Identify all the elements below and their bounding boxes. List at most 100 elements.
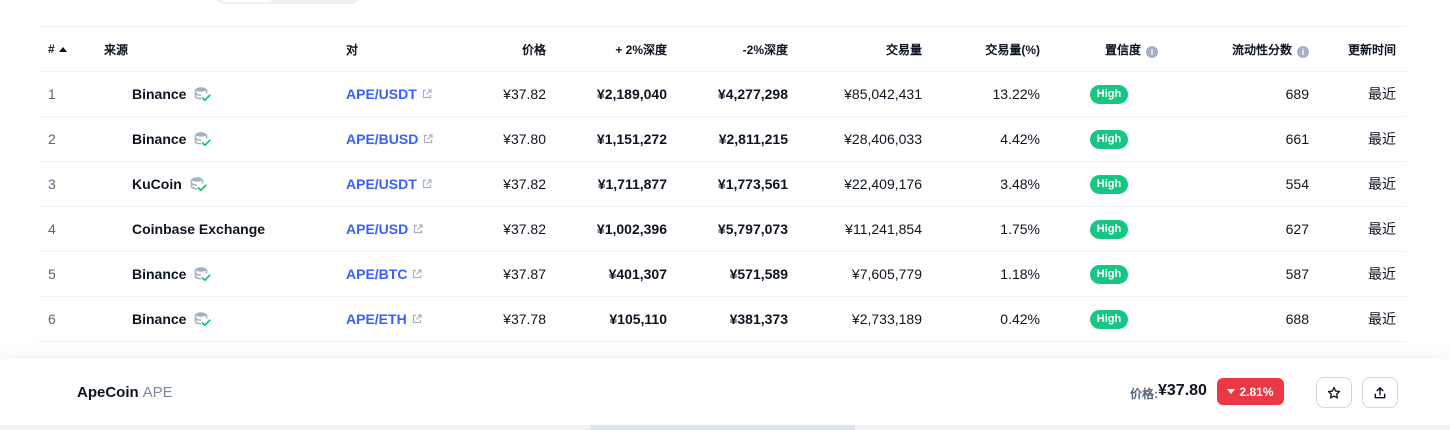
row-rank: 4 (48, 221, 56, 237)
liquidity-cell: 627 (1285, 221, 1309, 237)
exchange-name[interactable]: Coinbase Exchange (132, 221, 265, 237)
caret-down-icon (1227, 389, 1236, 394)
price-label: 价格: (1130, 387, 1158, 401)
confidence-badge: High (1089, 130, 1129, 149)
header-depth-minus: -2%深度 (677, 27, 798, 72)
external-link-icon[interactable] (413, 221, 423, 237)
exchange-name[interactable]: Binance (132, 311, 186, 327)
table-row[interactable]: 2 Binance APE/BUSD ¥37.80 ¥1,151,272 ¥2,… (38, 117, 1406, 162)
exchange-cell: Binance (94, 297, 336, 342)
depth-plus-cell: ¥401,307 (608, 266, 667, 282)
verified-database-icon (190, 176, 207, 192)
confidence-info-icon[interactable]: i (1146, 45, 1158, 58)
depth-minus-cell: ¥571,589 (729, 266, 788, 282)
view-toggle-active[interactable] (221, 0, 273, 2)
row-rank: 5 (48, 266, 56, 282)
pair-link[interactable]: APE/BTC (346, 266, 407, 282)
verified-database-icon (194, 86, 212, 102)
updated-cell: 最近 (1368, 86, 1396, 102)
sort-ascending-icon[interactable] (58, 47, 67, 52)
liquidity-cell: 554 (1285, 176, 1309, 192)
volume-pct-cell: 13.22% (992, 86, 1040, 102)
exchange-cell: Binance (94, 72, 336, 117)
exchange-cell: Binance (94, 117, 336, 162)
header-volume-label: 交易量 (885, 42, 922, 57)
liquidity-cell: 689 (1285, 86, 1309, 102)
header-price-label: 价格 (521, 42, 546, 57)
table-header: # 来源 对 价格 + 2%深度 -2%深度 交易量 交易量(%) 置信度 i 流… (38, 26, 1406, 72)
exchange-cell: Coinbase Exchange (94, 207, 336, 252)
depth-minus-cell: ¥381,373 (729, 311, 788, 327)
header-rank-label: # (48, 42, 55, 56)
pair-cell: APE/USD (336, 207, 476, 252)
volume-cell: ¥11,241,854 (845, 221, 922, 237)
pair-cell: APE/USDT (336, 162, 476, 207)
header-rank[interactable]: # (38, 27, 94, 72)
confidence-badge: High (1089, 220, 1129, 239)
external-link-icon[interactable] (422, 86, 432, 102)
row-rank: 6 (48, 311, 56, 327)
price-change-value: 2.81% (1239, 384, 1274, 399)
volume-pct-cell: 3.48% (1000, 176, 1040, 192)
verified-database-icon (194, 266, 212, 282)
depth-minus-cell: ¥1,773,561 (717, 176, 788, 192)
pair-link[interactable]: APE/BUSD (346, 131, 418, 147)
coin-title: ApeCoin APE (77, 384, 173, 401)
liquidity-info-icon[interactable]: i (1297, 45, 1309, 58)
row-rank: 1 (48, 86, 56, 102)
exchange-cell: Binance (94, 252, 336, 297)
watchlist-star-button[interactable] (1316, 377, 1352, 408)
volume-cell: ¥22,409,176 (844, 176, 922, 192)
external-link-icon[interactable] (412, 266, 423, 282)
pair-link[interactable]: APE/ETH (346, 311, 407, 327)
header-volume-pct: 交易量(%) (932, 27, 1050, 72)
depth-minus-cell: ¥4,277,298 (717, 86, 788, 102)
confidence-cell: High (1050, 117, 1168, 162)
external-link-icon[interactable] (422, 176, 432, 192)
header-price: 价格 (476, 27, 556, 72)
depth-plus-cell: ¥1,151,272 (596, 131, 667, 147)
table-row[interactable]: 4 Coinbase Exchange APE/USD ¥37.82 ¥1,00… (38, 207, 1406, 252)
header-volume-pct-label: 交易量(%) (985, 42, 1040, 57)
exchange-name[interactable]: KuCoin (132, 176, 182, 192)
pair-link[interactable]: APE/USDT (346, 176, 417, 192)
share-button[interactable] (1362, 377, 1398, 408)
verified-database-icon (194, 311, 212, 327)
depth-minus-cell: ¥2,811,215 (718, 131, 788, 147)
row-rank: 2 (48, 131, 56, 147)
header-updated: 更新时间 (1319, 27, 1406, 72)
coin-symbol: APE (142, 384, 173, 401)
table-row[interactable]: 5 Binance APE/BTC ¥37.87 ¥401,307 ¥571,5… (38, 252, 1406, 297)
sticky-price-bar: ApeCoin APE 价格: ¥37.80 2.81% (0, 359, 1450, 425)
confidence-cell: High (1050, 297, 1168, 342)
confidence-cell: High (1050, 207, 1168, 252)
price-cell: ¥37.87 (503, 266, 546, 282)
updated-cell: 最近 (1368, 221, 1396, 237)
depth-minus-cell: ¥5,797,073 (717, 221, 788, 237)
table-row[interactable]: 6 Binance APE/ETH ¥37.78 ¥105,110 ¥381,3… (38, 297, 1406, 342)
coin-name: ApeCoin (77, 384, 139, 401)
pair-link[interactable]: APE/USD (346, 221, 408, 237)
updated-cell: 最近 (1368, 266, 1396, 282)
verified-database-icon (194, 131, 212, 147)
external-link-icon[interactable] (423, 131, 433, 147)
liquidity-cell: 688 (1285, 311, 1309, 327)
header-confidence: 置信度 i (1050, 27, 1168, 72)
pair-cell: APE/BTC (336, 252, 476, 297)
header-depth-plus: + 2%深度 (556, 27, 677, 72)
exchange-name[interactable]: Binance (132, 86, 186, 102)
volume-pct-cell: 1.75% (1000, 221, 1040, 237)
volume-pct-cell: 0.42% (1000, 311, 1040, 327)
markets-table: # 来源 对 价格 + 2%深度 -2%深度 交易量 交易量(%) 置信度 i 流… (38, 26, 1406, 342)
table-row[interactable]: 1 Binance APE/USDT ¥37.82 ¥2,189,040 ¥4,… (38, 72, 1406, 117)
updated-cell: 最近 (1368, 176, 1396, 192)
pair-link[interactable]: APE/USDT (346, 86, 417, 102)
table-row[interactable]: 3 KuCoin APE/USDT ¥37.82 ¥1,711,877 ¥1,7… (38, 162, 1406, 207)
volume-pct-cell: 4.42% (1000, 131, 1040, 147)
exchange-name[interactable]: Binance (132, 266, 186, 282)
external-link-icon[interactable] (412, 311, 422, 327)
exchange-name[interactable]: Binance (132, 131, 186, 147)
header-pair: 对 (336, 27, 476, 72)
confidence-badge: High (1089, 310, 1129, 329)
view-toggle[interactable] (215, 0, 360, 4)
